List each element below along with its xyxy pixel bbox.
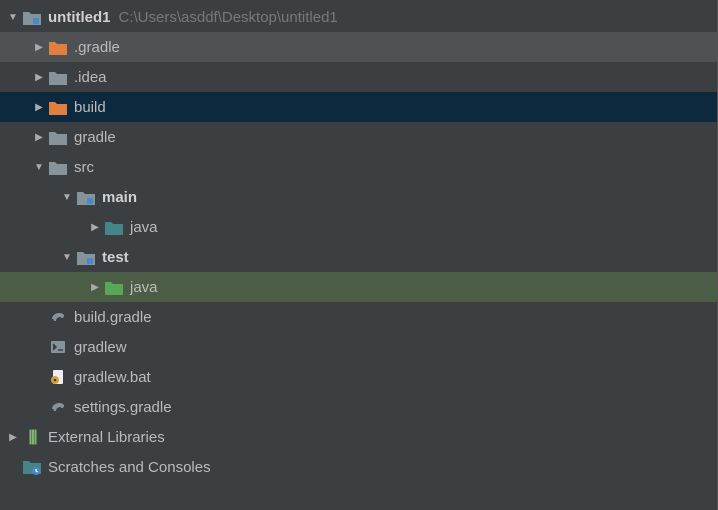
project-root-path: C:\Users\asddf\Desktop\untitled1 [119, 9, 338, 26]
bat-file-icon [48, 367, 68, 387]
chevron-right-icon[interactable]: ▶ [86, 222, 104, 233]
chevron-right-icon[interactable]: ▶ [4, 432, 22, 443]
folder-label: java [130, 279, 158, 296]
tree-row-gradlew-bat[interactable]: ▶ gradlew.bat [0, 362, 717, 392]
folder-icon [48, 127, 68, 147]
scratches-icon [22, 457, 42, 477]
test-folder-icon [104, 277, 124, 297]
tree-row-src[interactable]: ▼ src [0, 152, 717, 182]
chevron-down-icon[interactable]: ▼ [30, 162, 48, 173]
folder-label: test [102, 249, 129, 266]
tree-row-scratches[interactable]: ▶ Scratches and Consoles [0, 452, 717, 482]
folder-icon [48, 67, 68, 87]
source-folder-icon [104, 217, 124, 237]
chevron-right-icon[interactable]: ▶ [30, 132, 48, 143]
folder-label: src [74, 159, 94, 176]
file-label: gradlew.bat [74, 369, 151, 386]
excluded-folder-icon [48, 97, 68, 117]
chevron-right-icon[interactable]: ▶ [86, 282, 104, 293]
project-root-label: untitled1 [48, 9, 111, 26]
gradle-file-icon [48, 307, 68, 327]
module-folder-icon [76, 247, 96, 267]
external-libraries-label: External Libraries [48, 429, 165, 446]
gradle-file-icon [48, 397, 68, 417]
tree-row-gradle[interactable]: ▶ gradle [0, 122, 717, 152]
tree-row-build[interactable]: ▶ build [0, 92, 717, 122]
tree-row-build-gradle[interactable]: ▶ build.gradle [0, 302, 717, 332]
folder-label: build [74, 99, 106, 116]
tree-row-external-libraries[interactable]: ▶ ||| External Libraries [0, 422, 717, 452]
file-label: settings.gradle [74, 399, 172, 416]
module-folder-icon [22, 7, 42, 27]
chevron-down-icon[interactable]: ▼ [58, 192, 76, 203]
chevron-down-icon[interactable]: ▼ [4, 12, 22, 23]
tree-row-test-java[interactable]: ▶ java [0, 272, 717, 302]
chevron-right-icon[interactable]: ▶ [30, 42, 48, 53]
folder-label: .idea [74, 69, 107, 86]
tree-row-dot-idea[interactable]: ▶ .idea [0, 62, 717, 92]
module-folder-icon [76, 187, 96, 207]
tree-row-dot-gradle[interactable]: ▶ .gradle [0, 32, 717, 62]
folder-icon [48, 157, 68, 177]
tree-row-main[interactable]: ▼ main [0, 182, 717, 212]
project-tree: ▼ untitled1 C:\Users\asddf\Desktop\untit… [0, 0, 717, 482]
tree-row-settings-gradle[interactable]: ▶ settings.gradle [0, 392, 717, 422]
excluded-folder-icon [48, 37, 68, 57]
tree-row-project-root[interactable]: ▼ untitled1 C:\Users\asddf\Desktop\untit… [0, 2, 717, 32]
chevron-right-icon[interactable]: ▶ [30, 102, 48, 113]
chevron-down-icon[interactable]: ▼ [58, 252, 76, 263]
file-label: build.gradle [74, 309, 152, 326]
tree-row-main-java[interactable]: ▶ java [0, 212, 717, 242]
chevron-right-icon[interactable]: ▶ [30, 72, 48, 83]
file-label: gradlew [74, 339, 127, 356]
scratches-label: Scratches and Consoles [48, 459, 211, 476]
folder-label: main [102, 189, 137, 206]
folder-label: gradle [74, 129, 116, 146]
shell-file-icon [48, 337, 68, 357]
tree-row-gradlew[interactable]: ▶ gradlew [0, 332, 717, 362]
folder-label: java [130, 219, 158, 236]
libraries-icon: ||| [22, 427, 42, 447]
folder-label: .gradle [74, 39, 120, 56]
tree-row-test[interactable]: ▼ test [0, 242, 717, 272]
